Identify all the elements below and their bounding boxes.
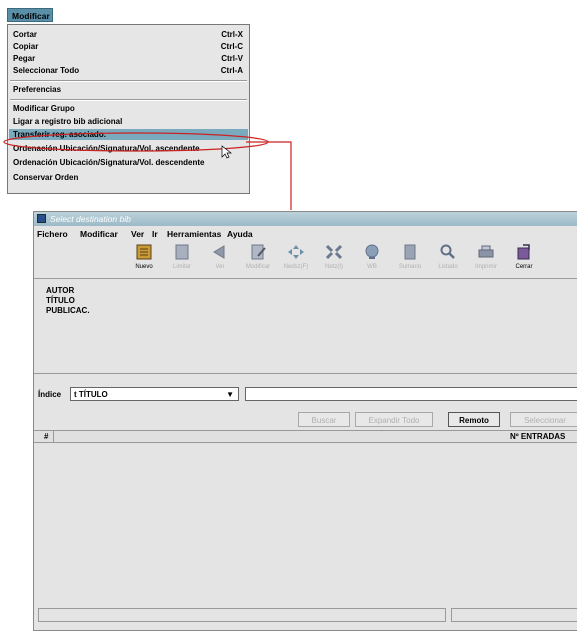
connector-line xyxy=(246,141,292,210)
toolbar-label: Modificar xyxy=(245,264,271,270)
info-label-autor: AUTOR xyxy=(46,286,75,295)
arrows-icon xyxy=(288,245,304,259)
info-label-publicac: PUBLICAC. xyxy=(46,306,90,315)
highlight-ellipse xyxy=(3,132,269,152)
record-info-pane: AUTOR TÍTULO PUBLICAC. xyxy=(34,278,577,374)
toolbar-imprimir-button[interactable]: Imprimir xyxy=(467,242,505,276)
edit-icon xyxy=(251,244,266,260)
seleccionar-button[interactable]: Seleccionar xyxy=(510,412,577,427)
col-header-num[interactable]: # xyxy=(44,431,48,442)
menubar-ayuda[interactable]: Ayuda xyxy=(227,227,253,241)
toolbar-label: Imprimir xyxy=(475,264,497,270)
toolbar-label: Netz(I) xyxy=(325,264,343,270)
limit-icon xyxy=(175,244,189,260)
menubar-ver[interactable]: Ver xyxy=(131,227,144,241)
status-cell-main xyxy=(38,608,446,622)
toolbar-nuevo-button[interactable]: Nuevo xyxy=(125,242,163,276)
toolbar-ver-button[interactable]: Ver xyxy=(201,242,239,276)
toolbar-wb-button[interactable]: WB xyxy=(353,242,391,276)
buscar-button[interactable]: Buscar xyxy=(298,412,350,427)
toolbar-nedsz-button[interactable]: Nedsz(F) xyxy=(277,242,315,276)
menubar-herramientas[interactable]: Herramientas xyxy=(167,227,221,241)
window-title: Select destination bib xyxy=(50,214,131,224)
printer-icon xyxy=(478,245,494,258)
menubar-ir[interactable]: Ir xyxy=(152,227,158,241)
index-label: Índice xyxy=(38,390,62,399)
menubar-fichero[interactable]: Fichero xyxy=(37,227,68,241)
index-select-value: t TÍTULO xyxy=(74,390,108,399)
status-bar xyxy=(34,606,577,624)
new-icon xyxy=(136,244,152,260)
toolbar-label: Cerrar xyxy=(515,264,533,270)
app-icon xyxy=(37,214,46,223)
web-icon xyxy=(365,244,379,259)
toolbar-label: Sumario xyxy=(398,264,422,270)
close-door-icon xyxy=(517,244,530,260)
col-header-entradas[interactable]: Nº ENTRADAS xyxy=(510,431,565,442)
search-input[interactable] xyxy=(245,387,577,401)
summary-icon xyxy=(404,244,416,260)
toolbar-label: Listado xyxy=(438,264,458,270)
toolbar-label: Nuevo xyxy=(135,264,153,270)
status-cell-secondary xyxy=(451,608,577,622)
index-select[interactable]: t TÍTULO ▼ xyxy=(70,387,239,401)
toolbar-listado-button[interactable]: Listado xyxy=(429,242,467,276)
col-divider xyxy=(53,431,54,442)
toolbar-cerrar-button[interactable]: Cerrar xyxy=(505,242,543,276)
toolbar-limitar-button[interactable]: Limitar xyxy=(163,242,201,276)
toolbar-label: WB xyxy=(367,264,377,270)
remoto-button[interactable]: Remoto xyxy=(448,412,500,427)
expandir-todo-button[interactable]: Expandir Todo xyxy=(355,412,433,427)
toolbar-label: Limitar xyxy=(172,264,191,270)
title-bar[interactable]: Select destination bib xyxy=(34,212,577,226)
toolbar-label: Ver xyxy=(215,264,225,270)
grid-header: # Nº ENTRADAS xyxy=(34,430,577,443)
results-grid: # Nº ENTRADAS xyxy=(34,430,577,620)
toolbar: Nuevo Limitar Ver Modificar Nedsz(F) Net… xyxy=(34,242,577,278)
collapse-icon xyxy=(325,244,343,260)
select-destination-window: Select destination bib Fichero Modificar… xyxy=(33,211,577,631)
magnifier-icon xyxy=(440,244,455,259)
info-label-titulo: TÍTULO xyxy=(46,296,75,305)
menubar-modificar[interactable]: Modificar xyxy=(80,227,118,241)
chevron-down-icon: ▼ xyxy=(226,390,234,399)
toolbar-netz-button[interactable]: Netz(I) xyxy=(315,242,353,276)
toolbar-modificar-button[interactable]: Modificar xyxy=(239,242,277,276)
toolbar-label: Nedsz(F) xyxy=(283,264,309,270)
menu-bar: Fichero Modificar Ver Ir Herramientas Ay… xyxy=(34,227,577,241)
toolbar-sumario-button[interactable]: Sumario xyxy=(391,242,429,276)
view-icon xyxy=(213,245,225,259)
